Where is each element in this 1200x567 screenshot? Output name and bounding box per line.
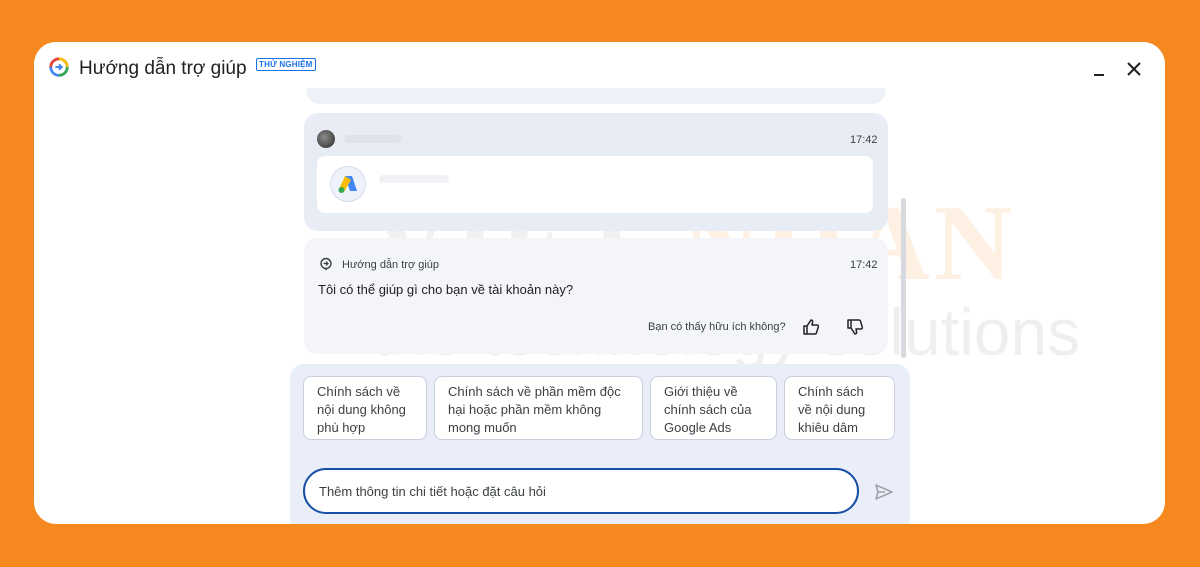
bot-message-time: 17:42	[850, 259, 878, 271]
bot-sender-name: Hướng dẫn trợ giúp	[342, 259, 440, 271]
account-name-redacted	[379, 175, 449, 183]
minimize-icon[interactable]	[1086, 56, 1112, 82]
account-attachment[interactable]	[317, 156, 873, 213]
previous-message-edge	[306, 88, 886, 104]
thumb-down-icon[interactable]	[844, 316, 866, 338]
bot-message-text: Tôi có thể giúp gì cho bạn về tài khoản …	[318, 282, 574, 297]
suggestion-chip[interactable]: Chính sách về nội dung khiêu dâm	[784, 376, 895, 440]
help-guide-icon	[320, 257, 332, 271]
google-ads-icon	[330, 166, 366, 202]
beta-badge: THỬ NGHIỆM	[256, 58, 316, 71]
close-icon[interactable]	[1121, 56, 1147, 82]
user-message-time: 17:42	[850, 134, 878, 146]
help-guide-logo-icon	[49, 57, 69, 77]
question-input-box[interactable]	[303, 468, 859, 514]
suggestion-chip[interactable]: Giới thiệu về chính sách của Google Ads	[650, 376, 777, 440]
feedback-question: Bạn có thấy hữu ích không?	[648, 321, 786, 333]
suggestion-chip[interactable]: Chính sách về phần mềm độc hại hoặc phần…	[434, 376, 643, 440]
window-title: Hướng dẫn trợ giúp	[79, 58, 247, 79]
suggestion-chip[interactable]: Chính sách về nội dung không phù hợp	[303, 376, 427, 440]
bot-message: Hướng dẫn trợ giúp 17:42 Tôi có thể giúp…	[304, 238, 888, 354]
send-icon[interactable]	[873, 481, 895, 503]
user-name-redacted	[344, 135, 402, 143]
thumb-up-icon[interactable]	[800, 316, 822, 338]
avatar	[317, 130, 335, 148]
composer-panel: Chính sách về nội dung không phù hợp Chí…	[290, 364, 910, 524]
help-window: VIET NHAN the technology solutions Hướng…	[34, 42, 1165, 524]
scrollbar[interactable]	[901, 198, 906, 358]
question-input[interactable]	[319, 481, 839, 501]
user-message: 17:42	[304, 113, 888, 231]
